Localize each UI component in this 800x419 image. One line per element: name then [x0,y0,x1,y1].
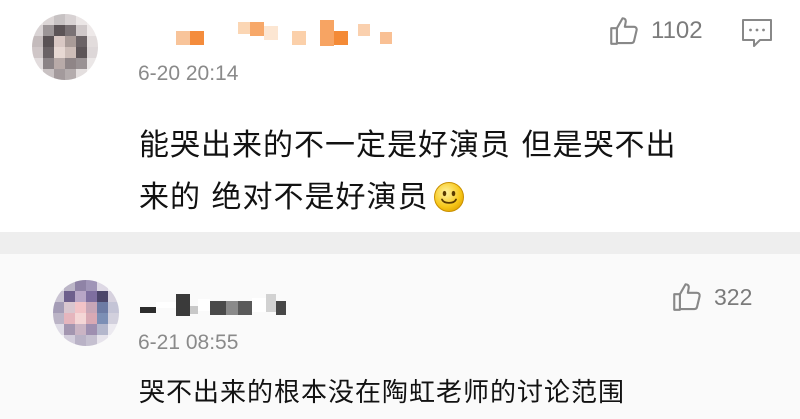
comment-timestamp: 6-20 20:14 [138,62,239,85]
comment-text-line-1: 能哭出来的不一定是好演员 但是哭不出 [139,128,677,163]
comment-bubble-icon[interactable] [740,17,774,49]
like-button[interactable]: 322 [670,280,752,314]
thumbs-up-icon [610,17,638,45]
comment-text-line-2: 来的 绝对不是好演员 [139,172,465,216]
thumbs-up-icon [673,283,701,311]
user-avatar-blurred[interactable] [53,280,119,346]
comment-item: 6-20 20:14 1102 能哭出来的不一定是好演员 但是哭不出 来的 绝对… [0,0,800,232]
comment-text-line-1: 哭不出来的根本没在陶虹老师的讨论范围 [139,378,626,408]
comment-item: 6-21 08:55 322 哭不出来的根本没在陶虹老师的讨论范围 [0,254,800,419]
like-count: 322 [714,283,753,310]
comment-text-line-2-content: 来的 绝对不是好演员 [139,180,429,215]
user-avatar-blurred[interactable] [32,14,98,80]
like-button[interactable]: 1102 [607,14,703,48]
like-count: 1102 [651,17,703,44]
username-blurred[interactable] [140,294,286,316]
comment-timestamp: 6-21 08:55 [138,331,239,354]
smiling-face-emoji-icon [433,182,464,212]
comment-separator [0,232,800,254]
username-blurred[interactable] [176,20,392,46]
